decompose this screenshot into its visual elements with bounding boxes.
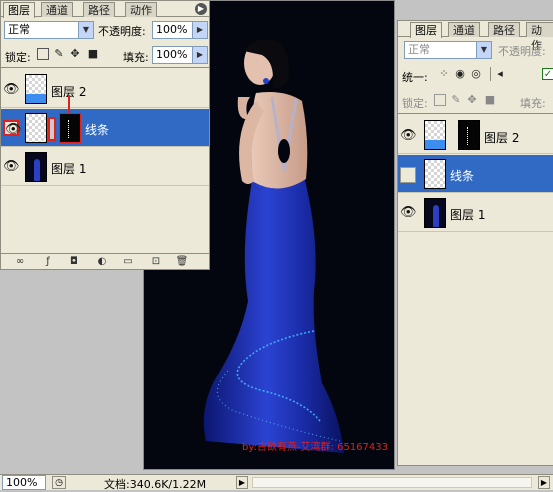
tab-layers[interactable]: 图层: [410, 22, 442, 38]
tab-paths[interactable]: 路径: [83, 2, 115, 17]
opacity-input[interactable]: 100% ▶: [152, 21, 208, 39]
layer-row-selected[interactable]: 线条: [398, 155, 553, 193]
eye-icon[interactable]: 👁: [3, 120, 22, 137]
trash-icon[interactable]: 🗑: [175, 256, 189, 268]
unify-style-icon[interactable]: ◎: [470, 68, 482, 80]
layer-row[interactable]: 👁 图层 2: [1, 70, 209, 108]
fill-label: 填充:: [520, 97, 546, 110]
zoom-value: 100%: [6, 476, 38, 489]
layer-thumbnail: [424, 159, 446, 189]
layer-name: 图层 1: [51, 162, 87, 176]
lock-move-icon[interactable]: ✥: [466, 94, 478, 106]
propagate-checkbox[interactable]: ✓: [542, 68, 553, 80]
blend-mode-select[interactable]: 正常 ▼: [404, 41, 492, 59]
layer-name: 线条: [85, 123, 110, 137]
tab-actions[interactable]: 动作: [526, 22, 553, 52]
layer-row[interactable]: 👁 图层 2: [398, 116, 553, 154]
layer-name: 图层 2: [484, 131, 520, 145]
status-bar: 100% ◷ 文档:340.6K/1.22M ▶ ▶: [0, 474, 553, 491]
opacity-value: 100%: [156, 23, 188, 36]
fill-input[interactable]: 100% ▶: [152, 46, 208, 64]
layers-list: 👁 图层 2 👁 线条 👁 图层 1: [1, 67, 209, 253]
blend-mode-value: 正常: [408, 43, 430, 56]
new-group-icon[interactable]: ▭: [121, 256, 135, 268]
fill-value: 100%: [156, 48, 188, 61]
zoom-field[interactable]: 100%: [2, 475, 46, 490]
layer-thumbnail: [25, 74, 47, 104]
layer-style-icon[interactable]: ƒ: [41, 256, 55, 268]
panel-tabs: 图层 通道 路径 动作: [398, 21, 553, 52]
layer-name: 线条: [450, 169, 475, 183]
lock-brush-icon[interactable]: ✎: [450, 94, 462, 106]
opacity-label: 不透明度:: [98, 25, 146, 38]
annotation-arrow: [68, 95, 70, 113]
eye-icon[interactable]: 👁: [3, 159, 20, 175]
add-mask-icon[interactable]: ◘: [67, 256, 81, 268]
eye-icon[interactable]: 👁: [400, 128, 417, 144]
panel-menu-icon[interactable]: ▶: [195, 3, 207, 15]
eye-icon[interactable]: 👁: [3, 82, 20, 98]
lock-transparency-icon[interactable]: [434, 94, 446, 106]
scroll-right-icon[interactable]: ▶: [538, 476, 550, 489]
layers-panel-left: 图层 通道 路径 动作 ▶ 正常 ▼ 不透明度: 100% ▶ 锁定: ✎ ✥ …: [0, 0, 210, 270]
layer-thumbnail: [25, 152, 47, 182]
panel-tabs: 图层 通道 路径 动作 ▶: [1, 1, 209, 18]
lock-all-icon[interactable]: ■: [484, 94, 496, 106]
lock-transparency-icon[interactable]: [37, 48, 49, 60]
layer-thumbnail: [424, 198, 446, 228]
watermark-text: by:古欲有燕-艾湾群: 65167433: [242, 442, 388, 453]
layers-panel-right: 图层 通道 路径 动作 正常 ▼ 不透明度: 统一: ⁘ ◉ ◎ ◂ ✓ 锁定:…: [397, 20, 553, 466]
layer-row-selected[interactable]: 👁 线条: [1, 95, 209, 147]
status-arrow-icon[interactable]: ▶: [236, 476, 248, 489]
opacity-label: 不透明度:: [498, 45, 546, 58]
prev-frame-icon[interactable]: ◂: [494, 68, 506, 80]
chevron-right-icon[interactable]: ▶: [192, 22, 207, 38]
chevron-down-icon[interactable]: ▼: [78, 22, 93, 38]
tab-actions[interactable]: 动作: [125, 2, 157, 17]
unify-label: 统一:: [402, 71, 428, 84]
visibility-toggle-empty[interactable]: [400, 167, 416, 183]
tab-layers[interactable]: 图层: [3, 2, 35, 18]
blend-mode-select[interactable]: 正常 ▼: [4, 21, 94, 39]
unify-position-icon[interactable]: ⁘: [438, 68, 450, 80]
tab-channels[interactable]: 通道: [41, 2, 73, 17]
link-chain-icon[interactable]: [48, 117, 56, 141]
layer-mask-thumbnail[interactable]: [458, 120, 480, 150]
horizontal-scrollbar[interactable]: [252, 477, 532, 488]
eye-icon[interactable]: 👁: [400, 205, 417, 221]
layers-list: 👁 图层 2 线条 👁 图层 1: [398, 113, 553, 465]
lock-label: 锁定:: [402, 97, 428, 110]
lock-brush-icon[interactable]: ✎: [53, 48, 65, 60]
adjustment-layer-icon[interactable]: ◐: [95, 256, 109, 268]
layer-thumbnail: [25, 113, 47, 143]
fill-label: 填充:: [123, 51, 149, 64]
chevron-right-icon[interactable]: ▶: [192, 47, 207, 63]
blend-mode-value: 正常: [8, 23, 30, 36]
divider: [490, 67, 491, 81]
chevron-down-icon[interactable]: ▼: [476, 42, 491, 58]
new-layer-icon[interactable]: ⊡: [149, 256, 163, 268]
layer-row[interactable]: 👁 图层 1: [398, 194, 553, 232]
link-layers-icon[interactable]: ∞: [13, 256, 27, 268]
layer-mask-thumbnail[interactable]: [59, 113, 81, 143]
layers-toolbar: ∞ ƒ ◘ ◐ ▭ ⊡ 🗑: [1, 253, 209, 269]
lock-move-icon[interactable]: ✥: [69, 48, 81, 60]
tab-paths[interactable]: 路径: [488, 22, 520, 37]
layer-thumbnail: [424, 120, 446, 150]
layer-row[interactable]: 👁 图层 1: [1, 148, 209, 186]
unify-visibility-icon[interactable]: ◉: [454, 68, 466, 80]
status-menu-icon[interactable]: ◷: [52, 476, 66, 489]
tab-channels[interactable]: 通道: [448, 22, 480, 37]
layer-name: 图层 1: [450, 208, 486, 222]
lock-label: 锁定:: [5, 51, 31, 64]
lock-all-icon[interactable]: ■: [87, 48, 99, 60]
